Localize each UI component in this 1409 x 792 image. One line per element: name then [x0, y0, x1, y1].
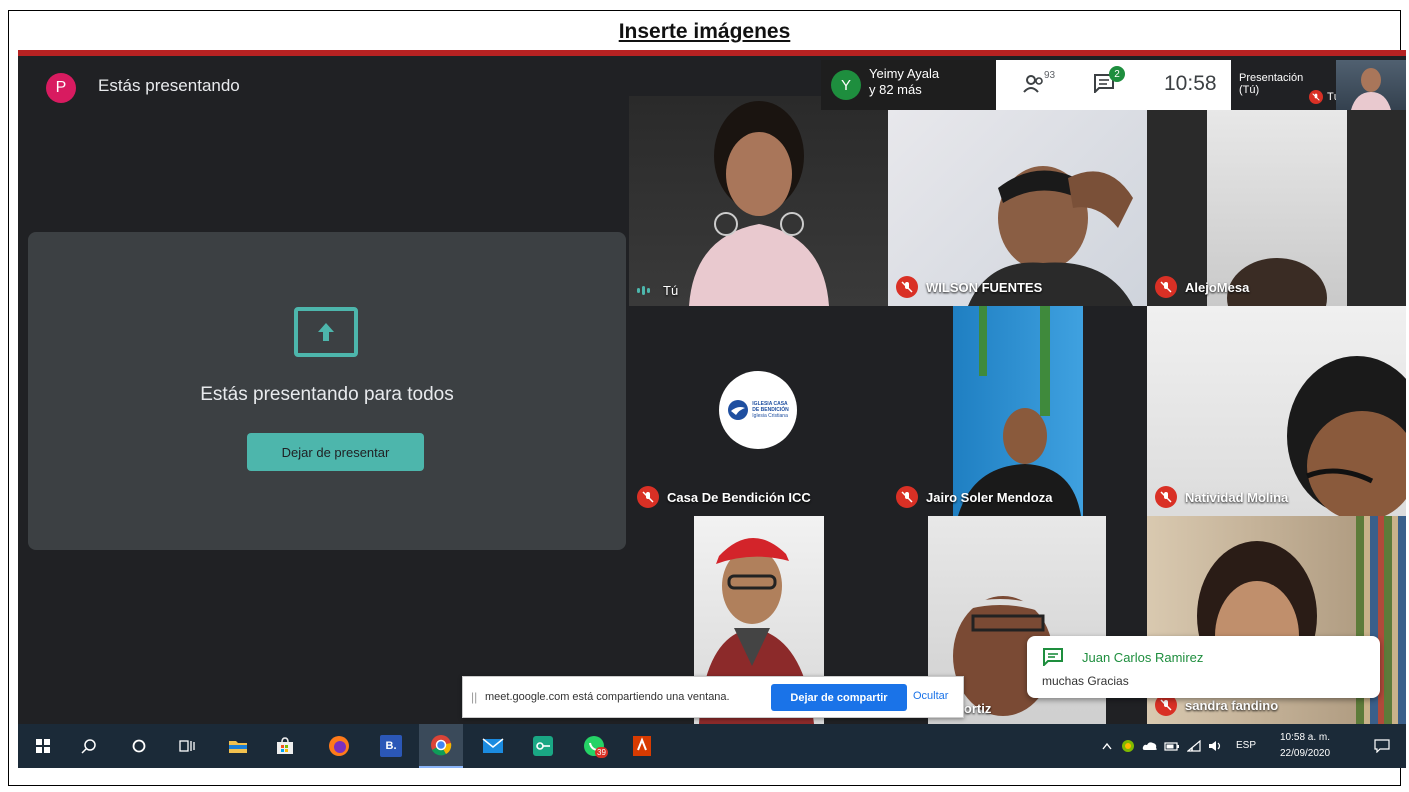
b-app-label: B.	[380, 735, 402, 757]
mic-off-icon	[637, 486, 659, 508]
viewer-name: Yeimy Ayala	[869, 66, 940, 81]
present-screen-icon	[294, 307, 358, 357]
document-title: Inserte imágenes	[618, 20, 791, 43]
participant-name: Natividad Molina	[1185, 489, 1289, 505]
self-presentation-line1: Presentación	[1239, 72, 1304, 84]
viewer-more: y 82 más	[869, 82, 922, 97]
participant-tile[interactable]: IGLESIA CASA DE BENDICIÓN Iglesia Cristi…	[629, 306, 888, 516]
meeting-clock: 10:58	[1164, 72, 1217, 95]
chat-message: muchas Gracias	[1042, 674, 1129, 688]
participant-name: sandra fandino	[1185, 697, 1279, 713]
app-key-icon[interactable]	[523, 724, 563, 768]
notification-center-icon[interactable]	[1368, 724, 1396, 768]
cortana-icon[interactable]	[124, 724, 154, 768]
volume-icon[interactable]	[1206, 724, 1226, 768]
presenter-avatar: P	[46, 73, 76, 103]
participant-label: Tú	[637, 283, 678, 298]
chat-message-icon	[1043, 648, 1063, 671]
participant-label: AlejoMesa	[1155, 276, 1249, 298]
self-thumbnail	[1336, 60, 1406, 110]
self-presentation-label: Presentación (Tú)	[1239, 72, 1303, 96]
language-indicator[interactable]: ESP	[1236, 740, 1256, 751]
meet-window: P Estás presentando Estás presentando pa…	[18, 56, 1406, 724]
mic-off-icon	[1155, 486, 1177, 508]
presenting-message: Estás presentando para todos	[200, 384, 454, 405]
meeting-info-bar: Y Yeimy Ayala y 82 más 93 2 10:58 Presen…	[821, 60, 1406, 110]
store-icon[interactable]	[268, 724, 302, 768]
onedrive-icon[interactable]	[1140, 724, 1160, 768]
presenting-title: Estás presentando	[98, 76, 240, 95]
self-view-strip[interactable]: Presentación (Tú) Tú	[1231, 60, 1406, 110]
presenting-card: Estás presentando para todos Dejar de pr…	[28, 232, 626, 550]
battery-icon[interactable]	[1162, 724, 1182, 768]
whatsapp-badge: 39	[595, 747, 608, 758]
self-presentation-line2: (Tú)	[1239, 84, 1260, 96]
participant-tile[interactable]: Natividad Molina	[1147, 306, 1406, 516]
windows-taskbar: B. 39 ESP 10:58 a. m. 22/09/2020	[18, 724, 1406, 768]
participant-tile[interactable]: Tú	[629, 96, 888, 306]
participant-video	[953, 306, 1083, 516]
stop-presenting-button[interactable]: Dejar de presentar	[247, 433, 424, 471]
file-explorer-icon[interactable]	[221, 724, 255, 768]
tray-app-icon[interactable]	[1118, 724, 1138, 768]
people-count: 93	[1044, 70, 1056, 81]
participant-name: Casa De Bendición ICC	[667, 489, 811, 505]
chrome-icon[interactable]	[419, 724, 463, 768]
participant-name: AlejoMesa	[1185, 279, 1250, 295]
search-icon[interactable]	[74, 724, 104, 768]
tray-time[interactable]: 10:58 a. m.	[1280, 732, 1330, 743]
tray-date[interactable]: 22/09/2020	[1280, 748, 1330, 759]
sharing-message: meet.google.com está compartiendo una ve…	[485, 691, 730, 703]
logo-text: Iglesia Cristiana	[752, 413, 788, 419]
participant-name: Jairo Soler Mendoza	[926, 489, 1053, 505]
b-app-icon[interactable]: B.	[374, 724, 408, 768]
viewer-strip: Y Yeimy Ayala y 82 más	[821, 60, 996, 110]
wifi-icon[interactable]	[1184, 724, 1204, 768]
mic-off-icon	[1155, 276, 1177, 298]
viewer-avatar: Y	[831, 70, 861, 100]
participant-name: WILSON FUENTES	[926, 279, 1043, 295]
dove-icon	[728, 400, 749, 420]
participant-label: Natividad Molina	[1155, 486, 1288, 508]
office-app-icon[interactable]	[622, 724, 662, 768]
participant-label: Casa De Bendición ICC	[637, 486, 811, 508]
church-logo: IGLESIA CASA DE BENDICIÓN Iglesia Cristi…	[719, 371, 797, 449]
whatsapp-icon[interactable]: 39	[574, 724, 614, 768]
people-icon[interactable]	[1023, 74, 1045, 99]
windows-start-icon[interactable]	[28, 724, 58, 768]
stop-sharing-button[interactable]: Dejar de compartir	[771, 684, 907, 711]
mic-off-icon	[896, 486, 918, 508]
firefox-icon[interactable]	[322, 724, 356, 768]
task-view-icon[interactable]	[172, 724, 202, 768]
mic-active-icon	[637, 286, 655, 296]
chat-badge: 2	[1109, 66, 1125, 82]
participant-label: Jairo Soler Mendoza	[896, 486, 1052, 508]
participant-tile[interactable]: WILSON FUENTES	[888, 108, 1147, 306]
participant-name: Tú	[663, 283, 679, 298]
sharing-notification-bar: || meet.google.com está compartiendo una…	[462, 676, 964, 718]
chat-notification[interactable]: Juan Carlos Ramirez muchas Gracias	[1027, 636, 1380, 698]
participant-label: WILSON FUENTES	[896, 276, 1042, 298]
hide-button[interactable]: Ocultar	[913, 690, 948, 702]
participant-video	[669, 96, 849, 306]
mic-off-icon	[1309, 90, 1323, 104]
chat-sender: Juan Carlos Ramirez	[1082, 650, 1204, 665]
chevron-up-icon[interactable]	[1098, 724, 1116, 768]
drag-handle-icon[interactable]: ||	[471, 690, 477, 704]
participant-tile[interactable]: Jairo Soler Mendoza	[888, 306, 1147, 516]
mail-icon[interactable]	[473, 724, 513, 768]
mic-off-icon	[896, 276, 918, 298]
participant-tile[interactable]: AlejoMesa	[1147, 108, 1406, 306]
